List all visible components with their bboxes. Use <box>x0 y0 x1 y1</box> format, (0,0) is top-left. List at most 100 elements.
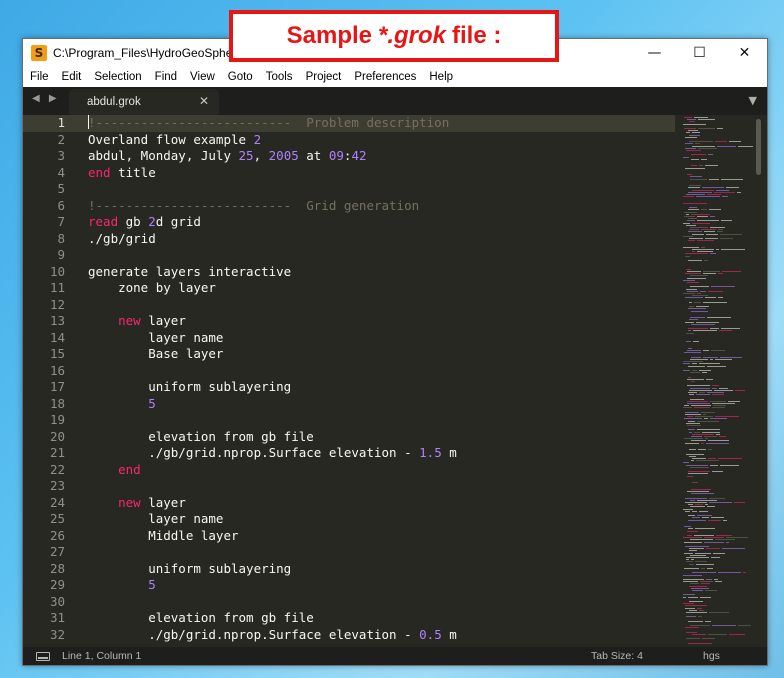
code-line[interactable]: 5 <box>75 396 675 413</box>
code-line[interactable] <box>75 594 675 611</box>
code-line[interactable]: layer name <box>75 511 675 528</box>
minimap-line <box>710 216 715 217</box>
code-line[interactable] <box>75 544 675 561</box>
code-line[interactable]: uniform sublayering <box>75 379 675 396</box>
code-editor[interactable]: 1 2 3 4 5 6 7 8 9 10 11 12 13 14 15 16 17 18 19 20 21 22 23 24 2… <box>23 115 767 647</box>
minimap-line <box>702 638 715 640</box>
code-line[interactable]: ./gb/grid.nprop.Surface elevation - 1.5 … <box>75 445 675 462</box>
menu-help[interactable]: Help <box>422 71 459 83</box>
code-line[interactable]: new layer <box>75 313 675 330</box>
minimap-line <box>689 141 713 143</box>
code-line[interactable]: new layer <box>75 495 675 512</box>
code-token: ./gb/grid.nprop.Surface elevation - <box>88 445 420 460</box>
minimap-line <box>695 416 713 418</box>
code-token: Middle layer <box>88 527 239 543</box>
menu-tools[interactable]: Tools <box>259 71 299 83</box>
minimap-line <box>691 165 697 167</box>
code-line[interactable]: ./gb/grid.nprop.Surface elevation - 0.5 … <box>75 627 675 644</box>
minimap-line <box>685 255 690 257</box>
menu-file[interactable]: File <box>23 71 55 83</box>
minimap-line <box>696 563 714 565</box>
minimap-line <box>692 370 697 371</box>
code-line[interactable]: !-------------------------- Problem desc… <box>75 115 675 132</box>
minimap-line <box>691 381 695 382</box>
syntax-selector[interactable]: hgs <box>703 650 720 662</box>
code-line[interactable]: Middle layer <box>75 528 675 545</box>
minimap-line <box>717 145 736 147</box>
minimap-line <box>691 213 710 215</box>
minimap-line <box>683 579 704 580</box>
code-line[interactable]: elevation from gb file <box>75 610 675 627</box>
code-line[interactable] <box>75 297 675 314</box>
menu-project[interactable]: Project <box>299 71 348 83</box>
minimap-line <box>690 317 705 319</box>
tab-close-icon[interactable]: ✕ <box>199 94 209 108</box>
code-line[interactable]: elevation from gb file <box>75 429 675 446</box>
code-line[interactable] <box>75 412 675 429</box>
menu-selection[interactable]: Selection <box>87 71 147 83</box>
code-line[interactable]: layer name <box>75 330 675 347</box>
minimap-line <box>687 530 698 532</box>
minimap-line <box>686 616 696 618</box>
maximize-button[interactable]: ☐ <box>677 39 722 67</box>
menu-preferences[interactable]: Preferences <box>347 71 422 83</box>
minimap-line <box>693 330 717 332</box>
minimap-line <box>714 579 718 580</box>
menu-edit[interactable]: Edit <box>55 71 88 83</box>
line-number: 30 <box>49 593 65 609</box>
menu-view[interactable]: View <box>183 71 221 83</box>
code-line[interactable]: zone by layer <box>75 280 675 297</box>
menu-find[interactable]: Find <box>148 71 183 83</box>
code-token: Overland flow example <box>88 131 254 147</box>
minimap-line <box>683 581 698 583</box>
minimap-line <box>713 405 726 407</box>
minimap-line <box>709 178 719 180</box>
code-area[interactable]: !-------------------------- Problem desc… <box>75 115 675 647</box>
code-line[interactable]: end <box>75 462 675 479</box>
minimap-line <box>688 471 710 473</box>
code-line[interactable] <box>75 363 675 380</box>
minimap-line <box>710 328 719 330</box>
line-number: 25 <box>49 511 65 526</box>
code-line[interactable]: Base layer <box>75 346 675 363</box>
minimap-line <box>710 400 726 402</box>
code-line[interactable] <box>75 247 675 264</box>
code-line[interactable]: Overland flow example 2 <box>75 132 675 149</box>
tab-nav-arrows-icon[interactable]: ◀ ▶ <box>32 93 60 104</box>
tab-list-dropdown-icon[interactable]: ▼ <box>749 94 757 107</box>
code-line[interactable]: end title <box>75 165 675 182</box>
line-number: 27 <box>49 544 65 559</box>
minimap-line <box>695 561 707 563</box>
line-number: 1 <box>23 115 75 132</box>
minimap-line <box>697 220 719 222</box>
minimap-line <box>683 222 690 224</box>
minimap-line <box>683 235 693 237</box>
code-line[interactable]: abdul, Monday, July 25, 2005 at 09:42 <box>75 148 675 165</box>
panel-toggle-icon[interactable] <box>36 651 50 661</box>
minimap-line <box>684 418 702 420</box>
code-line[interactable]: uniform sublayering <box>75 561 675 578</box>
minimize-button[interactable]: — <box>632 39 677 67</box>
code-line[interactable]: !-------------------------- Grid generat… <box>75 198 675 215</box>
code-line[interactable] <box>75 181 675 198</box>
code-token: layer <box>140 313 186 328</box>
line-number: 21 <box>49 445 65 460</box>
close-button[interactable]: ✕ <box>722 39 767 67</box>
minimap-line <box>684 405 689 407</box>
code-line[interactable]: read gb 2d grid <box>75 214 675 231</box>
code-token: ./gb/grid <box>88 230 156 246</box>
minimap-line <box>708 290 723 292</box>
code-line[interactable]: generate layers interactive <box>75 264 675 281</box>
minimap[interactable] <box>683 117 755 645</box>
minimap-line <box>689 185 701 187</box>
code-line[interactable]: ./gb/grid <box>75 231 675 248</box>
code-line[interactable]: 5 <box>75 577 675 594</box>
minimap-line <box>701 229 716 231</box>
tab-size-selector[interactable]: Tab Size: 4 <box>591 650 643 662</box>
vertical-scrollbar[interactable] <box>756 119 761 175</box>
minimap-line <box>709 209 721 211</box>
code-line[interactable] <box>75 478 675 495</box>
menu-goto[interactable]: Goto <box>221 71 259 83</box>
minimap-line <box>701 158 707 160</box>
tab-abdul-grok[interactable]: abdul.grok ✕ <box>69 89 219 115</box>
